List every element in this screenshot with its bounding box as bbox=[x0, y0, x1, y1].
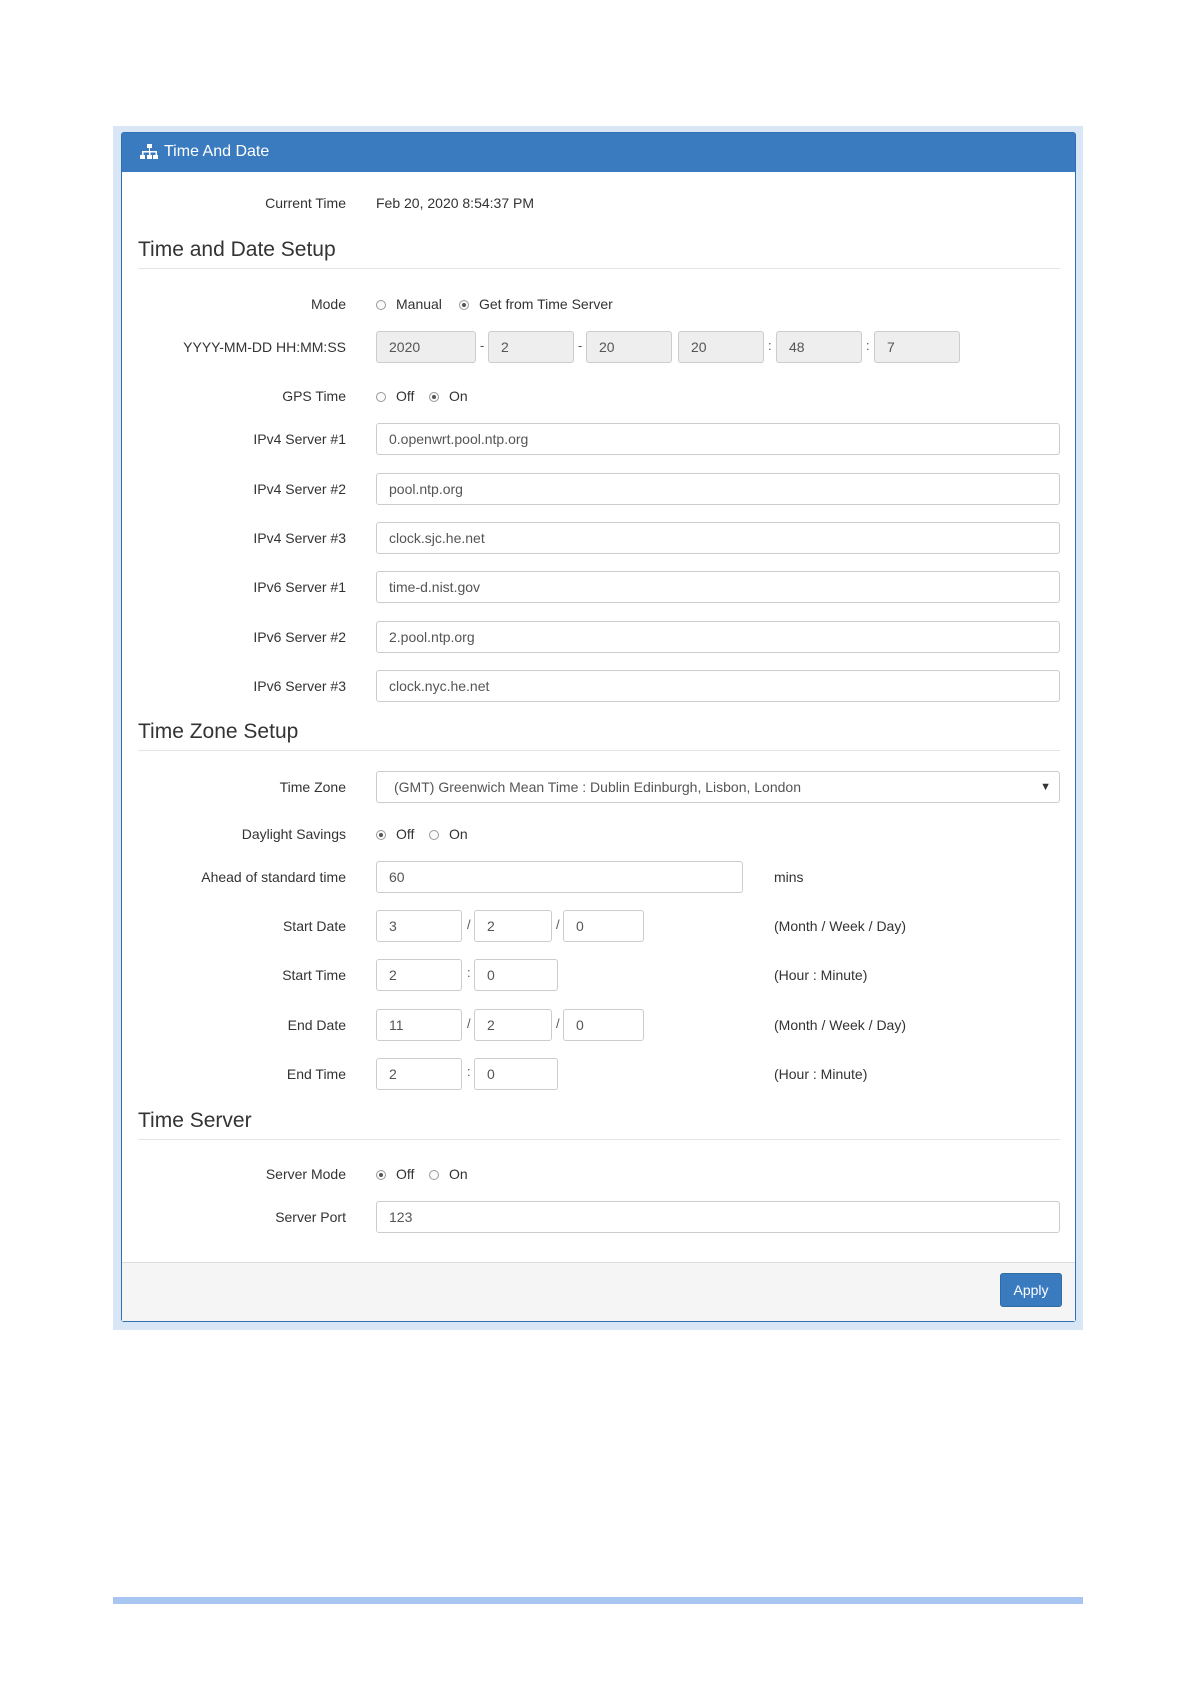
date-separator: / bbox=[556, 917, 560, 932]
year-input[interactable]: 2020 bbox=[376, 331, 476, 363]
end-day-input[interactable]: 0 bbox=[563, 1009, 644, 1041]
ipv4-server-2-label: IPv4 Server #2 bbox=[253, 481, 346, 497]
date-separator: / bbox=[467, 917, 471, 932]
date-separator: / bbox=[556, 1016, 560, 1031]
gps-on-label[interactable]: On bbox=[449, 388, 468, 404]
mode-label: Mode bbox=[310, 296, 346, 312]
start-date-hint: (Month / Week / Day) bbox=[774, 918, 907, 934]
ahead-label: Ahead of standard time bbox=[201, 869, 346, 885]
second-input[interactable]: 7 bbox=[874, 331, 960, 363]
time-zone-value: (GMT) Greenwich Mean Time : Dublin Edinb… bbox=[394, 779, 801, 795]
server-port-input[interactable]: 123 bbox=[376, 1201, 1060, 1233]
mode-manual-radio[interactable] bbox=[376, 300, 386, 310]
start-week-input[interactable]: 2 bbox=[474, 910, 552, 942]
ipv4-server-1-label: IPv4 Server #1 bbox=[253, 431, 346, 447]
server-mode-off-label[interactable]: Off bbox=[396, 1166, 414, 1182]
section-title: Time Server bbox=[138, 1109, 252, 1132]
page-footer-rule bbox=[113, 1597, 1083, 1604]
chevron-down-icon: ▼ bbox=[1040, 781, 1051, 793]
daylight-off-radio[interactable] bbox=[376, 830, 386, 840]
panel-title: Time And Date bbox=[164, 143, 270, 160]
start-time-hint: (Hour : Minute) bbox=[774, 967, 868, 983]
mode-manual-label[interactable]: Manual bbox=[396, 296, 442, 312]
start-hour-input[interactable]: 2 bbox=[376, 959, 462, 991]
server-mode-on-radio[interactable] bbox=[429, 1170, 439, 1180]
datetime-label: YYYY-MM-DD HH:MM:SS bbox=[183, 339, 346, 355]
end-time-hint: (Hour : Minute) bbox=[774, 1066, 868, 1082]
hour-input[interactable]: 20 bbox=[678, 331, 764, 363]
time-and-date-panel: Time And Date Current Time Feb 20, 2020 … bbox=[121, 132, 1076, 1322]
ipv4-server-1-input[interactable]: 0.openwrt.pool.ntp.org bbox=[376, 423, 1060, 455]
section-title: Time Zone Setup bbox=[138, 720, 299, 743]
end-time-label: End Time bbox=[286, 1066, 346, 1082]
date-separator: - bbox=[480, 338, 485, 353]
start-month-input[interactable]: 3 bbox=[376, 910, 462, 942]
ipv4-server-3-label: IPv4 Server #3 bbox=[253, 530, 346, 546]
time-separator: : bbox=[866, 338, 870, 353]
gps-time-label: GPS Time bbox=[282, 388, 346, 404]
ipv6-server-3-input[interactable]: clock.nyc.he.net bbox=[376, 670, 1060, 702]
server-mode-label: Server Mode bbox=[265, 1166, 346, 1182]
gps-on-radio[interactable] bbox=[429, 392, 439, 402]
end-minute-input[interactable]: 0 bbox=[474, 1058, 558, 1090]
end-date-hint: (Month / Week / Day) bbox=[774, 1017, 907, 1033]
start-time-label: Start Time bbox=[282, 967, 346, 983]
ipv6-server-2-input[interactable]: 2.pool.ntp.org bbox=[376, 621, 1060, 653]
sitemap-icon bbox=[140, 144, 158, 159]
ahead-input[interactable]: 60 bbox=[376, 861, 743, 893]
current-time-label: Current Time bbox=[265, 195, 346, 211]
section-time-server: Time Server bbox=[138, 1109, 1060, 1140]
time-separator: : bbox=[467, 1064, 471, 1079]
ipv6-server-3-label: IPv6 Server #3 bbox=[253, 678, 346, 694]
server-mode-on-label[interactable]: On bbox=[449, 1166, 468, 1182]
ipv6-server-1-label: IPv6 Server #1 bbox=[253, 579, 346, 595]
start-day-input[interactable]: 0 bbox=[563, 910, 644, 942]
ipv6-server-1-input[interactable]: time-d.nist.gov bbox=[376, 571, 1060, 603]
time-zone-select[interactable]: (GMT) Greenwich Mean Time : Dublin Edinb… bbox=[376, 771, 1060, 803]
ahead-unit: mins bbox=[774, 869, 804, 885]
end-month-input[interactable]: 11 bbox=[376, 1009, 462, 1041]
date-separator: - bbox=[578, 338, 583, 353]
date-separator: / bbox=[467, 1016, 471, 1031]
time-zone-label: Time Zone bbox=[279, 779, 346, 795]
server-port-label: Server Port bbox=[275, 1209, 346, 1225]
gps-off-label[interactable]: Off bbox=[396, 388, 414, 404]
time-separator: : bbox=[768, 338, 772, 353]
end-hour-input[interactable]: 2 bbox=[376, 1058, 462, 1090]
start-date-label: Start Date bbox=[282, 918, 346, 934]
mode-time-server-label[interactable]: Get from Time Server bbox=[479, 296, 613, 312]
section-time-date-setup: Time and Date Setup bbox=[138, 238, 1060, 269]
minute-input[interactable]: 48 bbox=[776, 331, 862, 363]
section-time-zone-setup: Time Zone Setup bbox=[138, 720, 1060, 751]
apply-button[interactable]: Apply bbox=[1000, 1273, 1062, 1307]
daylight-savings-label: Daylight Savings bbox=[241, 826, 346, 842]
end-date-label: End Date bbox=[287, 1017, 346, 1033]
end-week-input[interactable]: 2 bbox=[474, 1009, 552, 1041]
server-mode-off-radio[interactable] bbox=[376, 1170, 386, 1180]
panel-header: Time And Date bbox=[122, 133, 1075, 172]
section-title: Time and Date Setup bbox=[138, 238, 336, 261]
ipv6-server-2-label: IPv6 Server #2 bbox=[253, 629, 346, 645]
daylight-on-radio[interactable] bbox=[429, 830, 439, 840]
daylight-on-label[interactable]: On bbox=[449, 826, 468, 842]
current-time-value: Feb 20, 2020 8:54:37 PM bbox=[376, 195, 534, 211]
ipv4-server-3-input[interactable]: clock.sjc.he.net bbox=[376, 522, 1060, 554]
panel-footer: Apply bbox=[122, 1262, 1075, 1321]
day-input[interactable]: 20 bbox=[586, 331, 672, 363]
month-input[interactable]: 2 bbox=[488, 331, 574, 363]
gps-off-radio[interactable] bbox=[376, 392, 386, 402]
start-minute-input[interactable]: 0 bbox=[474, 959, 558, 991]
time-separator: : bbox=[467, 965, 471, 980]
ipv4-server-2-input[interactable]: pool.ntp.org bbox=[376, 473, 1060, 505]
daylight-off-label[interactable]: Off bbox=[396, 826, 414, 842]
mode-time-server-radio[interactable] bbox=[459, 300, 469, 310]
